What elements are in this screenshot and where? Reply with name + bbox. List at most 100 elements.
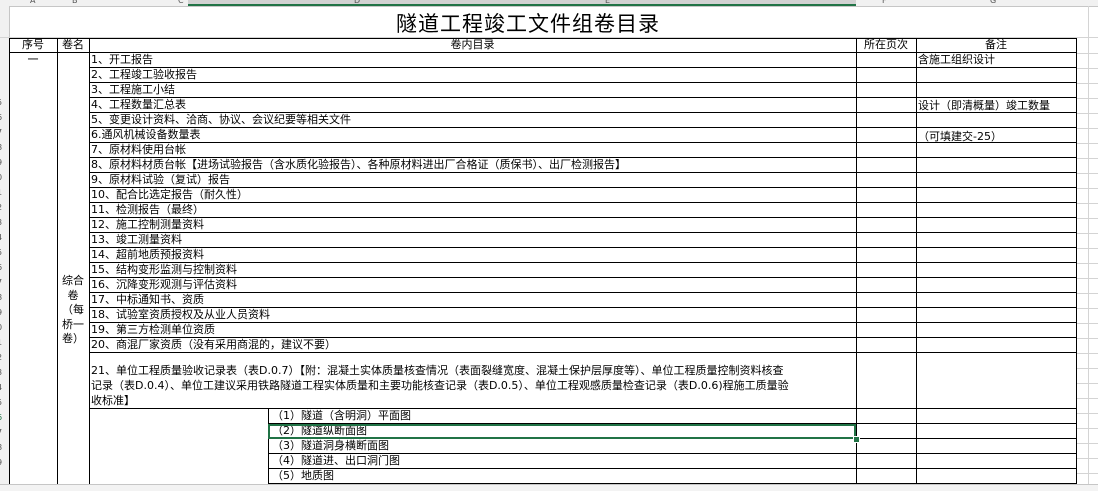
list-item[interactable]: 17、中标通知书、资质 xyxy=(91,293,204,307)
seq-cell[interactable]: 一 xyxy=(9,53,57,67)
volume-name-cell[interactable]: 综合 卷 （每 桥一 卷） xyxy=(57,274,89,347)
row-number[interactable]: 3 xyxy=(0,368,9,377)
header-seq[interactable]: 序号 xyxy=(9,38,57,52)
table-border xyxy=(89,67,1076,68)
row-number[interactable]: 8 xyxy=(0,293,9,302)
list-item[interactable]: 9、原材料试验（复试）报告 xyxy=(91,173,230,187)
gridline xyxy=(1076,233,1098,234)
volume-name-line: 桥一 xyxy=(62,317,84,331)
row-number[interactable]: 9 xyxy=(0,458,9,467)
row-number[interactable]: 5 xyxy=(0,248,9,257)
table-border xyxy=(89,232,1076,233)
gridline xyxy=(1076,428,1098,429)
row-number[interactable]: 6 xyxy=(0,263,9,272)
list-item[interactable]: 12、施工控制测量资料 xyxy=(91,218,204,232)
row-number[interactable]: 8 xyxy=(0,443,9,452)
col-d-label[interactable]: D xyxy=(354,0,360,5)
list-item[interactable]: 14、超前地质预报资料 xyxy=(91,248,204,262)
row-number[interactable]: 7 xyxy=(0,278,9,287)
col-g-label[interactable]: G xyxy=(990,0,996,5)
row-number[interactable]: 7 xyxy=(0,128,9,137)
gridline xyxy=(1076,143,1098,144)
row-number[interactable]: 6 xyxy=(0,413,9,422)
table-border xyxy=(1076,38,1077,490)
selected-column-indicator xyxy=(188,0,856,6)
row-number[interactable]: 5 xyxy=(0,398,9,407)
gridline xyxy=(1076,353,1098,354)
list-item[interactable]: 4、工程数量汇总表 xyxy=(91,98,186,112)
item-21-line: 记录（表D.0.4）、单位工建议采用铁路隧道工程实体质量和主要功能核查记录（表D… xyxy=(91,379,789,392)
row-number[interactable]: 0 xyxy=(0,173,9,182)
row-number[interactable]: 7 xyxy=(0,428,9,437)
list-item[interactable]: 3、工程施工小结 xyxy=(91,83,175,97)
table-border xyxy=(268,409,269,490)
active-cell-highlight[interactable] xyxy=(268,424,856,439)
col-a-label[interactable]: A xyxy=(30,0,35,5)
gridline xyxy=(1076,458,1098,459)
gridline xyxy=(1076,473,1098,474)
list-item[interactable]: 15、结构变形监测与控制资料 xyxy=(91,263,237,277)
row-number[interactable]: 8 xyxy=(0,143,9,152)
table-border xyxy=(89,127,1076,128)
row-number[interactable]: 2 xyxy=(0,203,9,212)
row-number[interactable]: 2 xyxy=(0,353,9,362)
drawing-list-item[interactable]: （5）地质图 xyxy=(272,469,334,483)
note-cell-4[interactable]: 设计（即清概量）竣工数量 xyxy=(918,99,1050,113)
row-number[interactable]: 0 xyxy=(0,323,9,332)
col-b-label[interactable]: B xyxy=(72,0,78,5)
list-item[interactable]: 11、检测报告（最终） xyxy=(91,203,204,217)
list-item[interactable]: 19、第三方检测单位资质 xyxy=(91,323,215,337)
item-21-cell[interactable]: 21、单位工程质量验收记录表（表D.0.7）【附：混凝土实体质量核查情况（表面裂… xyxy=(91,363,789,408)
row-number[interactable]: 4 xyxy=(0,383,9,392)
list-item[interactable]: 8、原材料材质台帐【进场试验报告（含水质化验报告）、各种原材料进出厂合格证（质保… xyxy=(91,158,626,172)
gridline xyxy=(1076,278,1098,279)
table-border xyxy=(89,277,1076,278)
row-number[interactable]: 5 xyxy=(0,98,9,107)
list-item[interactable]: 5、变更设计资料、洽商、协议、会议纪要等相关文件 xyxy=(91,113,351,127)
note-cell-6[interactable]: （可填建交-25） xyxy=(918,130,1002,144)
volume-name-line: 综合 xyxy=(62,274,84,287)
list-item[interactable]: 16、沉降变形观测与评估资料 xyxy=(91,278,237,292)
header-content[interactable]: 卷内目录 xyxy=(89,38,856,52)
gridline xyxy=(1088,6,1089,490)
col-e-label[interactable]: E xyxy=(605,0,610,5)
header-volume[interactable]: 卷名 xyxy=(57,38,89,52)
fill-handle[interactable] xyxy=(853,436,860,443)
gridline xyxy=(1076,338,1098,339)
gridline xyxy=(1076,83,1098,84)
list-item[interactable]: 13、竣工测量资料 xyxy=(91,233,182,247)
col-c-label[interactable]: C xyxy=(178,0,184,5)
list-item[interactable]: 2、工程竣工验收报告 xyxy=(91,68,197,82)
row-number[interactable]: 1 xyxy=(0,338,9,347)
list-item[interactable]: 20、商混厂家资质（没有采用商混的，建议不要） xyxy=(91,338,336,352)
volume-name-line: 卷 xyxy=(67,288,79,302)
drawing-list-item[interactable]: （4）隧道进、出口洞门图 xyxy=(272,454,400,468)
row-number[interactable]: 6 xyxy=(0,113,9,122)
row-number[interactable]: 9 xyxy=(0,308,9,317)
list-item[interactable]: 10、配合比选定报告（耐久性） xyxy=(91,188,248,202)
gridline xyxy=(1076,413,1098,414)
header-page[interactable]: 所在页次 xyxy=(856,38,916,52)
note-cell-1[interactable]: 含施工组织设计 xyxy=(918,53,995,67)
gridline xyxy=(1076,53,1098,54)
gridline xyxy=(1076,383,1098,384)
list-item[interactable]: 18、试验室资质授权及从业人员资料 xyxy=(91,308,270,322)
gridline xyxy=(1076,293,1098,294)
list-item[interactable]: 7、原材料使用台帐 xyxy=(91,143,186,157)
header-note[interactable]: 备注 xyxy=(916,38,1076,52)
drawing-list-item[interactable]: （3）隧道洞身横断面图 xyxy=(272,439,389,453)
sheet-title[interactable]: 隧道工程竣工文件组卷目录 xyxy=(396,8,660,38)
gridline xyxy=(1076,173,1098,174)
gridline xyxy=(1076,263,1098,264)
table-border xyxy=(57,38,58,490)
list-item[interactable]: 6.通风机械设备数量表 xyxy=(91,128,201,142)
row-number[interactable]: 9 xyxy=(0,158,9,167)
row-number[interactable]: 1 xyxy=(0,188,9,197)
drawing-list-item[interactable]: （1）隧道（含明洞）平面图 xyxy=(272,409,411,423)
row-number[interactable]: 4 xyxy=(0,233,9,242)
col-f-label[interactable]: F xyxy=(882,0,887,5)
table-border xyxy=(9,38,10,490)
table-border xyxy=(89,247,1076,248)
row-number[interactable]: 3 xyxy=(0,218,9,227)
list-item[interactable]: 1、开工报告 xyxy=(91,53,153,67)
